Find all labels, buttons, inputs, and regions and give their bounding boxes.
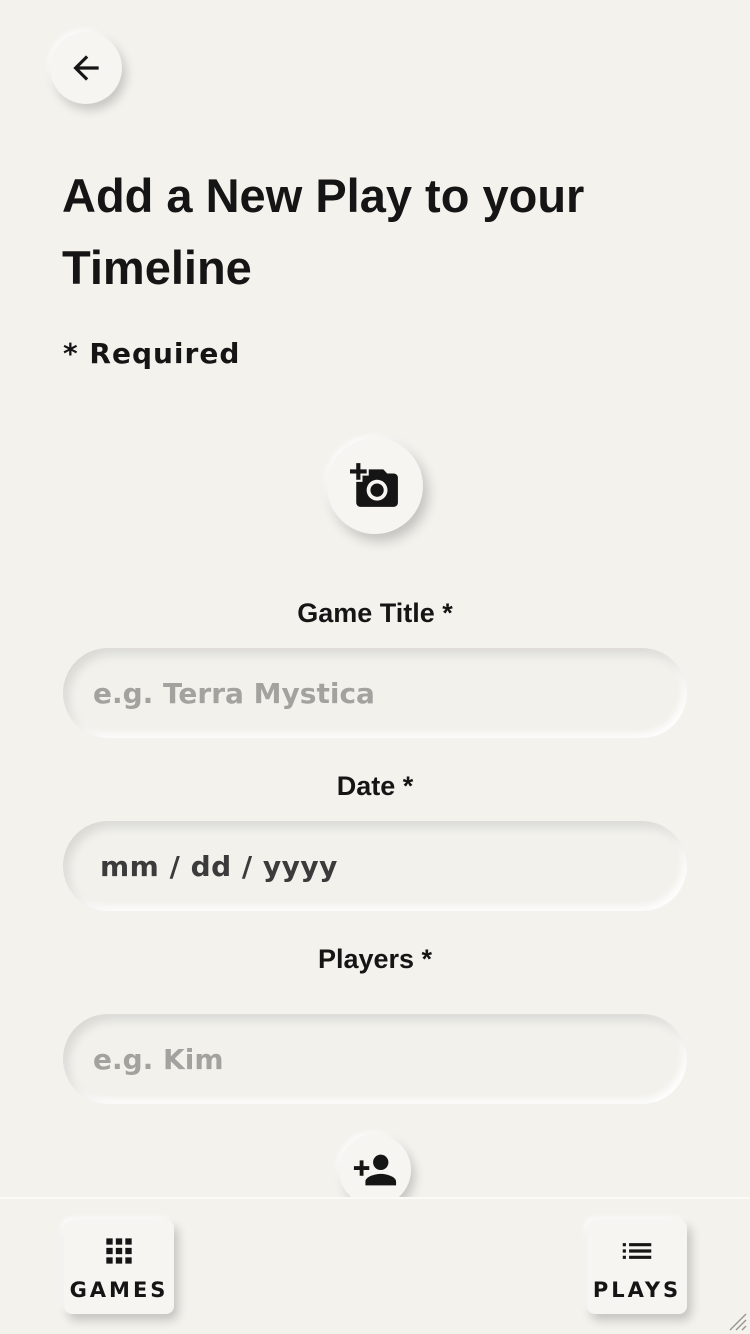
players-label: Players * xyxy=(317,944,433,974)
arrow-left-icon xyxy=(73,55,99,81)
games-nav-button[interactable]: GAMES xyxy=(64,1220,174,1314)
add-player-button[interactable] xyxy=(339,1134,411,1206)
add-photo-button[interactable] xyxy=(327,438,423,534)
grid-icon xyxy=(106,1238,132,1264)
game-title-input[interactable] xyxy=(63,648,687,738)
resize-grip-icon[interactable] xyxy=(722,1306,748,1332)
date-input[interactable] xyxy=(63,821,687,911)
date-label: Date * xyxy=(336,771,414,801)
add-person-icon xyxy=(353,1154,397,1186)
plays-nav-label: PLAYS xyxy=(592,1278,682,1302)
page-title: Add a New Play to your Timeline xyxy=(62,169,585,294)
add-photo-camera-icon xyxy=(350,463,398,507)
list-icon xyxy=(622,1243,652,1259)
game-title-label: Game Title * xyxy=(297,598,453,628)
required-note: * Required xyxy=(63,337,241,370)
back-button[interactable] xyxy=(50,32,122,104)
bottom-navigation: GAMES PLAYS xyxy=(0,1197,750,1334)
games-nav-label: GAMES xyxy=(69,1278,169,1302)
players-input[interactable] xyxy=(63,1014,687,1104)
plays-nav-button[interactable]: PLAYS xyxy=(587,1220,687,1314)
add-play-screen: Add a New Play to your Timeline * Requir… xyxy=(0,0,750,1334)
